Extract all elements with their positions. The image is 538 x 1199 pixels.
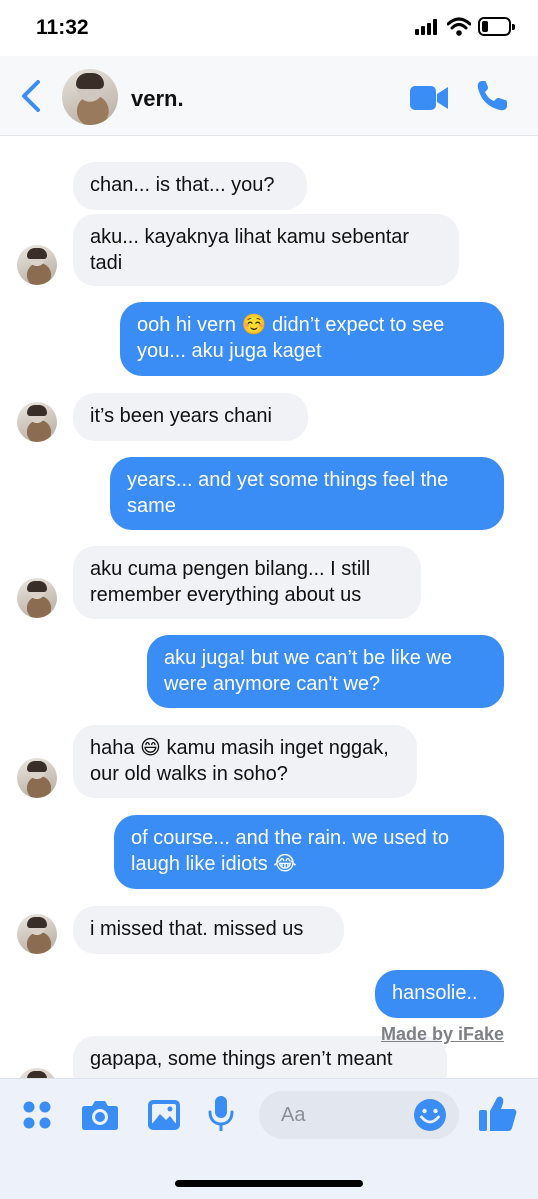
message-input[interactable] (281, 1100, 401, 1130)
contact-name[interactable]: vern. (131, 86, 184, 112)
chat-header: vern. (0, 56, 538, 136)
emoji-icon[interactable] (413, 1098, 447, 1132)
message-bubble-incoming[interactable]: i missed that. missed us (73, 906, 344, 954)
status-time: 11:32 (36, 16, 89, 39)
watermark-text: Made by iFake (381, 1024, 505, 1044)
wifi-icon (447, 17, 471, 36)
message-bubble-incoming[interactable]: aku cuma pengen bilang... I still rememb… (73, 546, 421, 619)
message-bubble-outgoing[interactable]: aku juga! but we can’t be like we were a… (147, 635, 504, 708)
message-bubble-outgoing[interactable]: hansolie.. (375, 970, 504, 1018)
message-bubble-incoming[interactable]: aku... kayaknya lihat kamu sebentar tadi (73, 214, 459, 286)
camera-icon[interactable] (81, 1099, 119, 1131)
contact-mini-avatar (17, 914, 57, 954)
phone-call-icon[interactable] (474, 78, 510, 114)
status-bar: 11:32 (0, 0, 538, 56)
thumbs-up-icon[interactable] (478, 1095, 518, 1133)
gallery-icon[interactable] (147, 1099, 181, 1131)
video-call-icon[interactable] (409, 83, 449, 113)
contact-mini-avatar (17, 758, 57, 798)
message-bubble-incoming[interactable]: it’s been years chani (73, 393, 308, 441)
home-indicator (175, 1180, 363, 1187)
apps-grid-icon[interactable] (22, 1100, 52, 1130)
contact-avatar[interactable] (62, 69, 118, 125)
contact-mini-avatar (17, 578, 57, 618)
microphone-icon[interactable] (208, 1095, 234, 1133)
battery-icon (478, 17, 515, 36)
contact-mini-avatar (17, 402, 57, 442)
message-bubble-outgoing[interactable]: of course... and the rain. we used to la… (114, 815, 504, 889)
message-composer[interactable] (259, 1091, 459, 1139)
signal-icon (415, 19, 441, 35)
message-bubble-incoming[interactable]: haha 😄 kamu masih inget nggak, our old w… (73, 725, 417, 798)
message-bubble-outgoing[interactable]: years... and yet some things feel the sa… (110, 457, 504, 530)
contact-mini-avatar (17, 245, 57, 285)
message-bubble-outgoing[interactable]: ooh hi vern ☺️ didn’t expect to see you.… (120, 302, 504, 376)
message-bubble-incoming[interactable]: chan... is that... you? (73, 162, 307, 210)
back-chevron-icon[interactable] (16, 78, 48, 114)
